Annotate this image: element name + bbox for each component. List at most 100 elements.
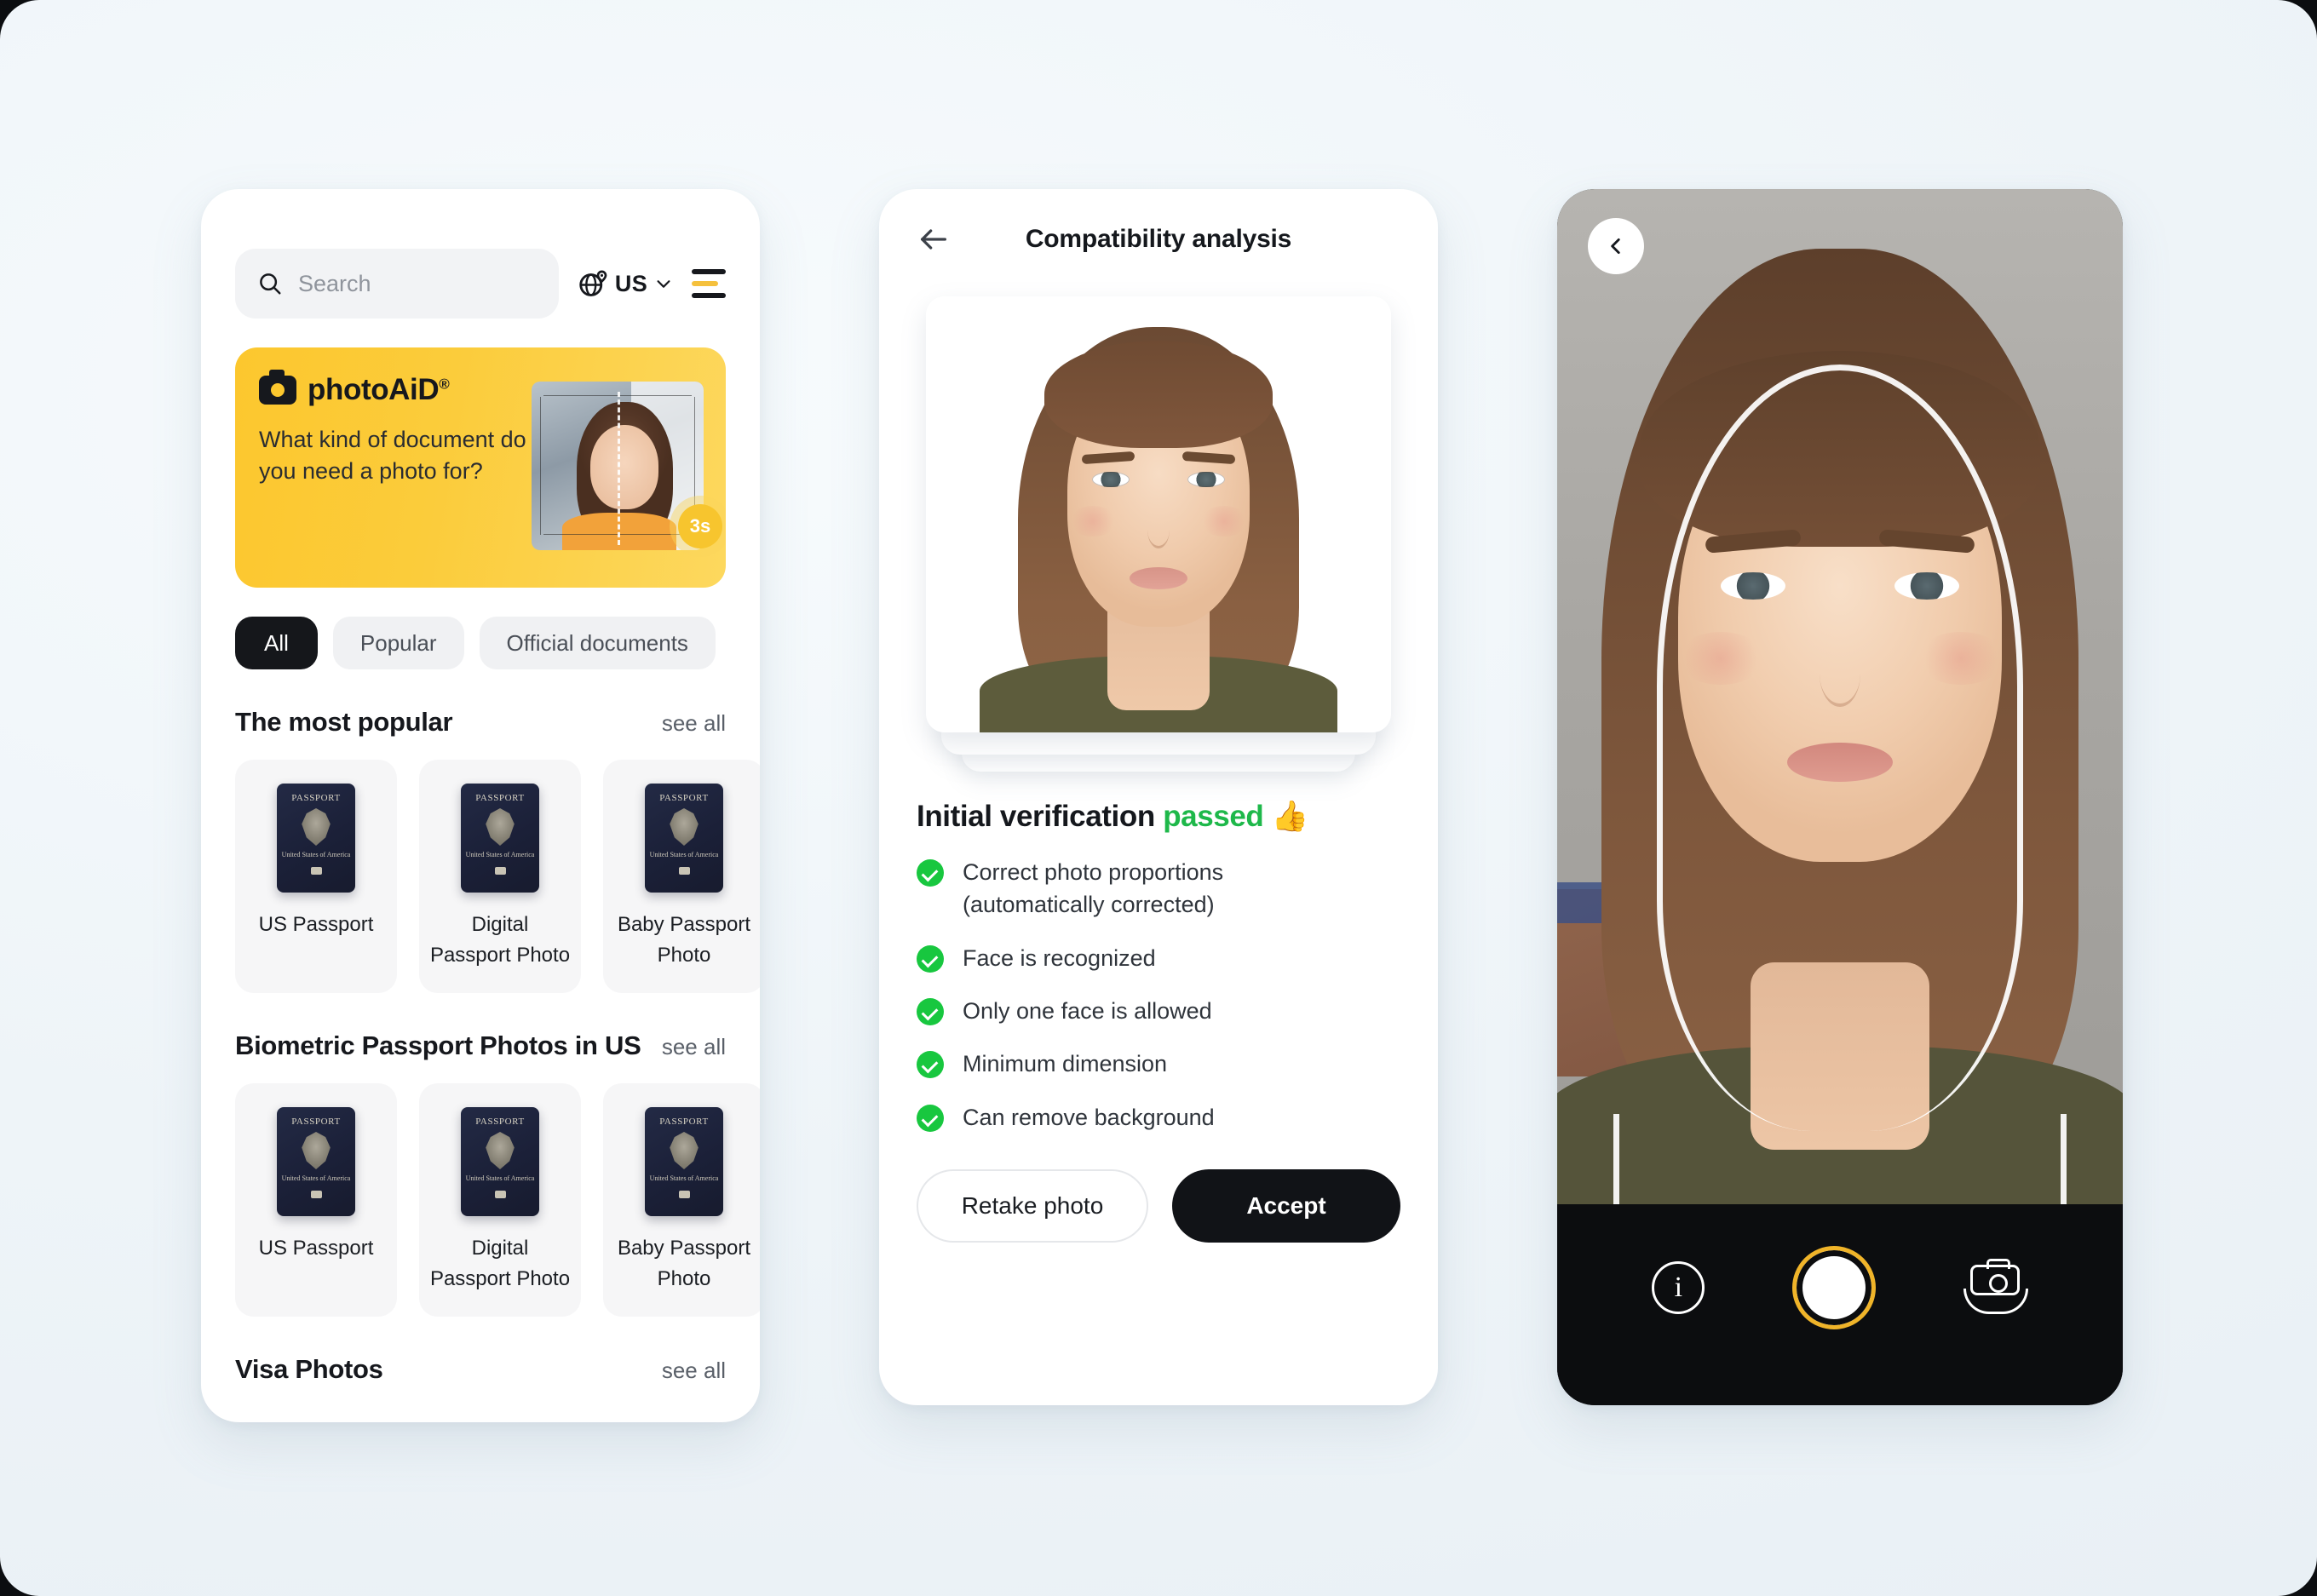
- chevron-left-icon: [1611, 238, 1620, 254]
- chevron-down-icon: [657, 280, 670, 288]
- thumbs-up-icon: 👍: [1271, 800, 1309, 833]
- passport-title: PASSPORT: [475, 793, 525, 803]
- analyzed-photo-card: [926, 296, 1391, 732]
- see-all-link[interactable]: see all: [662, 1034, 726, 1060]
- passport-icon: PASSPORT United States of America: [645, 1107, 723, 1216]
- phone-analysis-screen: Compatibility analysis Initial verificat…: [879, 189, 1438, 1405]
- checklist-label: Only one face is allowed: [963, 997, 1212, 1024]
- section-header-visa-photos: Visa Photos see all: [235, 1354, 726, 1385]
- check-circle-icon: [917, 944, 944, 973]
- info-icon[interactable]: i: [1652, 1261, 1705, 1314]
- passport-title: PASSPORT: [475, 1117, 525, 1127]
- retake-photo-button[interactable]: Retake photo: [917, 1168, 1148, 1243]
- document-card-label: US Passport: [258, 1237, 374, 1260]
- biometric-chip-icon: [494, 867, 506, 875]
- checklist-item: Correct photo proportions (automatically…: [917, 856, 1400, 921]
- passport-country: United States of America: [465, 851, 535, 858]
- flip-camera-icon[interactable]: [1963, 1259, 2028, 1314]
- checklist-label: Correct photo proportions (automatically…: [963, 859, 1224, 918]
- shutter-button[interactable]: [1791, 1246, 1876, 1329]
- chip-official-documents[interactable]: Official documents: [479, 617, 716, 669]
- document-card[interactable]: PASSPORT United States of America Digita…: [419, 760, 581, 993]
- passport-icon: PASSPORT United States of America: [277, 784, 355, 893]
- promo-banner[interactable]: photoAiD® What kind of document do you n…: [235, 347, 726, 588]
- checklist-item: Face is recognized: [917, 942, 1400, 974]
- search-placeholder: Search: [298, 270, 371, 296]
- checklist-label: Can remove background: [963, 1104, 1215, 1130]
- passport-icon: PASSPORT United States of America: [645, 784, 723, 893]
- language-code: US: [614, 270, 647, 296]
- document-card-label: Digital Passport Photo: [429, 913, 571, 967]
- see-all-link[interactable]: see all: [662, 1358, 726, 1384]
- biometric-chip-icon: [678, 1191, 690, 1198]
- banner-question: What kind of document do you need a phot…: [259, 427, 526, 484]
- analysis-actions: Retake photo Accept: [917, 1168, 1400, 1243]
- passport-country: United States of America: [649, 851, 719, 858]
- check-circle-icon: [917, 997, 944, 1025]
- biometric-chip-icon: [678, 867, 690, 875]
- eagle-seal-icon: [302, 808, 331, 846]
- chip-popular[interactable]: Popular: [332, 617, 464, 669]
- checklist-label: Face is recognized: [963, 944, 1156, 971]
- section-title: Biometric Passport Photos in US: [235, 1031, 641, 1060]
- phone-home-screen: Search US photoAiD® What kind of documen…: [201, 189, 760, 1422]
- document-card-label: Baby Passport Photo: [617, 1237, 751, 1290]
- camera-viewfinder: i: [1557, 189, 2123, 1405]
- check-circle-icon: [917, 859, 944, 887]
- eagle-seal-icon: [670, 808, 699, 846]
- globe-pin-icon: [579, 270, 607, 296]
- search-input[interactable]: Search: [235, 249, 559, 319]
- hamburger-menu-icon[interactable]: [692, 269, 726, 298]
- section-title: The most popular: [235, 707, 453, 737]
- verification-heading: Initial verification passed 👍: [917, 799, 1400, 834]
- camera-controls-bar: i: [1557, 1204, 2123, 1405]
- biometric-chip-icon: [310, 1191, 322, 1198]
- home-top-bar: Search US: [235, 249, 726, 319]
- eagle-seal-icon: [670, 1132, 699, 1169]
- phone-camera-screen: i: [1557, 189, 2123, 1405]
- photo-preview-stack: [926, 296, 1391, 772]
- chip-all[interactable]: All: [235, 617, 318, 669]
- passport-country: United States of America: [649, 1174, 719, 1182]
- passport-country: United States of America: [281, 1174, 351, 1182]
- checklist-item: Minimum dimension: [917, 1048, 1400, 1080]
- timer-badge: 3s: [678, 504, 722, 548]
- section-header-most-popular: The most popular see all: [235, 707, 726, 738]
- verification-prefix: Initial verification: [917, 800, 1155, 833]
- passport-icon: PASSPORT United States of America: [277, 1107, 355, 1216]
- check-circle-icon: [917, 1051, 944, 1079]
- document-card[interactable]: PASSPORT United States of America Baby P…: [603, 760, 760, 993]
- card-row-most-popular: PASSPORT United States of America US Pas…: [235, 760, 760, 993]
- checklist-item: Only one face is allowed: [917, 995, 1400, 1027]
- face-outline-guide: [1613, 365, 2067, 1284]
- eagle-seal-icon: [486, 1132, 515, 1169]
- checklist-label: Minimum dimension: [963, 1051, 1168, 1077]
- card-row-biometric: PASSPORT United States of America US Pas…: [235, 1083, 760, 1317]
- passport-title: PASSPORT: [659, 1117, 709, 1127]
- accept-button[interactable]: Accept: [1172, 1168, 1400, 1243]
- biometric-chip-icon: [310, 867, 322, 875]
- checklist-item: Can remove background: [917, 1101, 1400, 1134]
- section-header-biometric: Biometric Passport Photos in US see all: [235, 1031, 726, 1061]
- camera-back-button[interactable]: [1588, 218, 1644, 274]
- document-card[interactable]: PASSPORT United States of America US Pas…: [235, 1083, 397, 1317]
- section-title: Visa Photos: [235, 1354, 383, 1384]
- document-card-label: US Passport: [258, 913, 374, 936]
- passport-title: PASSPORT: [659, 793, 709, 803]
- document-card[interactable]: PASSPORT United States of America US Pas…: [235, 760, 397, 993]
- page-title: Compatibility analysis: [1025, 225, 1292, 253]
- document-card[interactable]: PASSPORT United States of America Digita…: [419, 1083, 581, 1317]
- verification-checklist: Correct photo proportions (automatically…: [917, 856, 1400, 1134]
- search-icon: [260, 273, 281, 295]
- eagle-seal-icon: [486, 808, 515, 846]
- see-all-link[interactable]: see all: [662, 710, 726, 737]
- passport-title: PASSPORT: [291, 1117, 341, 1127]
- biometric-chip-icon: [494, 1191, 506, 1198]
- passport-title: PASSPORT: [291, 793, 341, 803]
- passport-icon: PASSPORT United States of America: [461, 1107, 539, 1216]
- camera-icon: [259, 370, 296, 405]
- document-card-label: Baby Passport Photo: [617, 913, 751, 967]
- language-selector[interactable]: US: [578, 268, 673, 299]
- eagle-seal-icon: [302, 1132, 331, 1169]
- document-card[interactable]: PASSPORT United States of America Baby P…: [603, 1083, 760, 1317]
